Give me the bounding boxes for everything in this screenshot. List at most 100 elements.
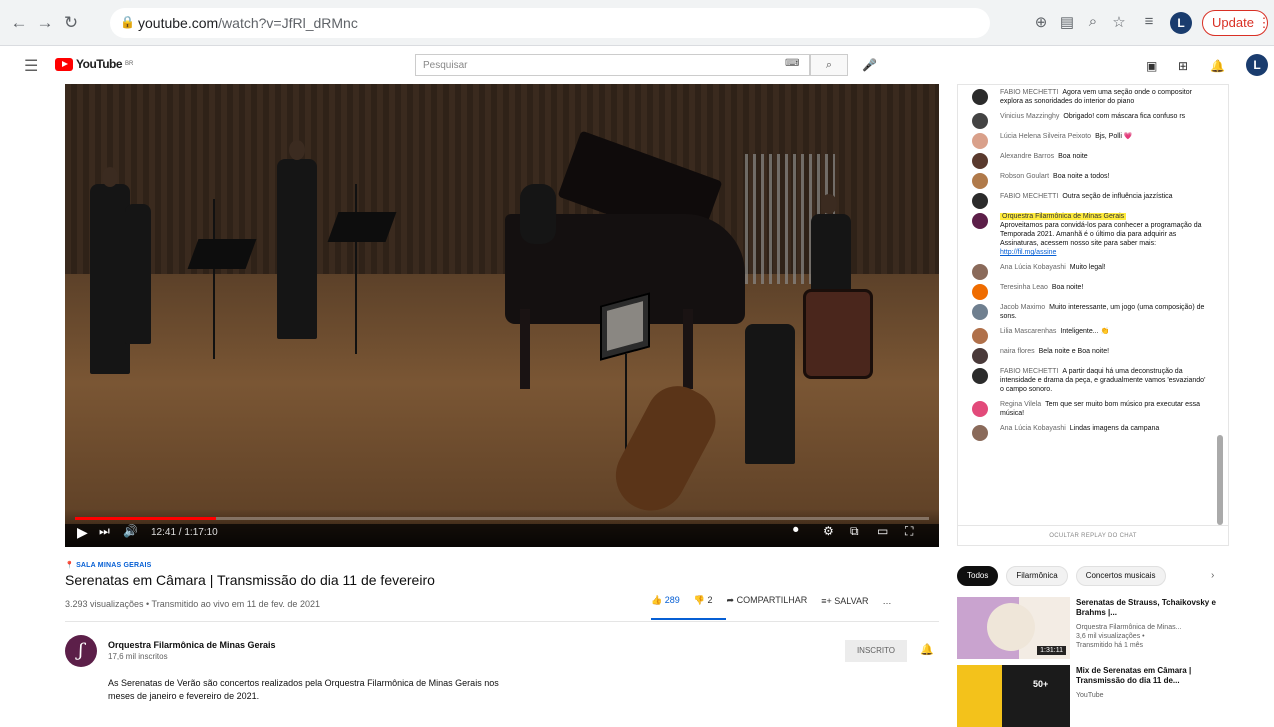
account-avatar[interactable]: L <box>1246 54 1268 76</box>
recommended-title[interactable]: Serenatas de Strauss, Tchaikovsky e Brah… <box>1076 598 1216 618</box>
live-chat-replay: FABIO MECHETTI Agora vem uma seção onde o… <box>957 84 1229 546</box>
mix-thumbnail[interactable]: 50+ <box>957 665 1070 727</box>
url-text[interactable]: youtube.com/watch?v=JfRl_dRMnc <box>138 15 358 31</box>
chat-author-avatar[interactable] <box>972 425 988 441</box>
chat-author-avatar[interactable] <box>972 348 988 364</box>
chat-author-avatar[interactable] <box>972 264 988 280</box>
chat-scrollbar[interactable] <box>1217 435 1223 525</box>
save-label: SALVAR <box>834 595 869 606</box>
play-icon[interactable]: ▶ <box>77 524 88 541</box>
chat-author-name[interactable]: Orquestra Filarmônica de Minas Gerais <box>1000 213 1127 220</box>
chat-message-text: Boa noite a todos! <box>1053 173 1110 180</box>
filter-chip[interactable]: Concertos musicais <box>1075 566 1166 586</box>
extension-icon[interactable]: ▤ <box>1056 13 1078 31</box>
chat-author-name[interactable]: FABIO MECHETTI <box>1000 193 1058 200</box>
miniplayer-icon[interactable]: ⧉ <box>850 524 859 539</box>
hide-chat-replay-button[interactable]: OCULTAR REPLAY DO CHAT <box>958 525 1228 545</box>
violinist-head <box>102 167 118 187</box>
theater-mode-icon[interactable]: ▭ <box>877 524 888 538</box>
translate-icon[interactable]: ⊕ <box>1030 13 1052 31</box>
chat-author-name[interactable]: Robson Goulart <box>1000 173 1049 180</box>
like-button[interactable]: 👍 289 <box>651 595 680 606</box>
mix-count-badge: 50+ <box>1033 679 1049 689</box>
notification-bell-icon[interactable]: 🔔 <box>920 643 934 656</box>
more-actions-button[interactable]: … <box>882 596 891 606</box>
chat-author-avatar[interactable] <box>972 113 988 129</box>
reload-icon[interactable]: ↻ <box>60 13 82 33</box>
fullscreen-icon[interactable]: ⛶ <box>905 524 913 539</box>
media-queue-icon[interactable]: ≡ <box>1138 13 1160 30</box>
chat-author-avatar[interactable] <box>972 368 988 384</box>
chat-author-avatar[interactable] <box>972 153 988 169</box>
chat-author-name[interactable]: Jacob Maximo <box>1000 304 1045 311</box>
recommended-title[interactable]: Mix de Serenatas em Câmara | Transmissão… <box>1076 666 1216 686</box>
chevron-right-icon[interactable]: › <box>1211 570 1214 581</box>
recommended-video[interactable]: 1:31:11 Serenatas de Strauss, Tchaikovsk… <box>957 597 1257 659</box>
chat-message-text: Aproveitamos para convidá-los para conhe… <box>1000 222 1202 247</box>
menu-icon[interactable]: ☰ <box>24 56 38 76</box>
video-thumbnail[interactable]: 1:31:11 <box>957 597 1070 659</box>
chat-author-name[interactable]: FABIO MECHETTI <box>1000 368 1058 375</box>
bookmark-star-icon[interactable]: ☆ <box>1108 13 1130 31</box>
chat-author-avatar[interactable] <box>972 304 988 320</box>
chat-message-link[interactable]: http://fil.mg/assine <box>1000 249 1056 256</box>
create-video-icon[interactable]: ▣ <box>1146 59 1157 73</box>
chat-author-name[interactable]: FABIO MECHETTI <box>1000 89 1058 96</box>
player-controls: ▶ ⏭ 🔊 12:41 / 1:17:10 ⏺ ⚙ ⧉ ▭ ⛶ <box>65 509 939 547</box>
save-button[interactable]: ≡+ SALVAR <box>821 596 868 606</box>
description-line: As Serenatas de Verão são concertos real… <box>108 678 499 688</box>
chat-author-avatar[interactable] <box>972 133 988 149</box>
chat-author-avatar[interactable] <box>972 89 988 105</box>
back-icon[interactable]: ← <box>8 13 30 33</box>
chat-author-name[interactable]: Ana Lúcia Kobayashi <box>1000 425 1066 432</box>
video-player[interactable]: ▶ ⏭ 🔊 12:41 / 1:17:10 ⏺ ⚙ ⧉ ▭ ⛶ <box>65 84 939 547</box>
timpani-drum <box>803 289 873 379</box>
filter-chip[interactable]: Todos <box>957 566 999 586</box>
chat-author-avatar[interactable] <box>972 193 988 209</box>
recommended-mix[interactable]: 50+ Mix de Serenatas em Câmara | Transmi… <box>957 665 1257 727</box>
progress-bar[interactable] <box>75 517 929 520</box>
chat-author-name[interactable]: Alexandre Barros <box>1000 153 1054 160</box>
autoplay-toggle-icon[interactable]: ⏺ <box>793 524 799 537</box>
chat-author-name[interactable]: Vinicius Mazzinghy <box>1000 113 1059 120</box>
chat-author-name[interactable]: Lúcia Helena Silveira Peixoto <box>1000 133 1091 140</box>
youtube-logo[interactable]: YouTube BR <box>55 57 133 71</box>
chat-author-name[interactable]: Regina Vilela <box>1000 401 1041 408</box>
chat-author-avatar[interactable] <box>972 401 988 417</box>
chat-author-avatar[interactable] <box>972 284 988 300</box>
location-tag[interactable]: 📍 SALA MINAS GERAIS <box>65 561 152 569</box>
subscribed-button[interactable]: INSCRITO <box>845 640 907 662</box>
like-ratio-bar <box>651 618 726 620</box>
update-button[interactable]: Update ⋮ <box>1202 10 1271 36</box>
chat-author-avatar[interactable] <box>972 173 988 189</box>
keyboard-icon[interactable]: ⌨ <box>785 58 799 69</box>
chat-message: FABIO MECHETTI Agora vem uma seção onde o… <box>958 85 1216 109</box>
chat-author-name[interactable]: Ana Lúcia Kobayashi <box>1000 264 1066 271</box>
filter-chip[interactable]: Filarmônica <box>1006 566 1068 586</box>
notifications-bell-icon[interactable]: 🔔 <box>1210 59 1225 73</box>
apps-grid-icon[interactable]: ⊞ <box>1178 59 1188 73</box>
next-icon[interactable]: ⏭ <box>99 524 110 539</box>
search-button[interactable]: ⌕ <box>810 54 848 76</box>
chat-author-name[interactable]: naira flores <box>1000 348 1035 355</box>
chat-author-name[interactable]: Teresinha Leao <box>1000 284 1048 291</box>
chat-author-avatar[interactable] <box>972 328 988 344</box>
volume-icon[interactable]: 🔊 <box>123 524 138 538</box>
share-button[interactable]: ➦ COMPARTILHAR <box>727 595 808 606</box>
chat-author-name[interactable]: Lilia Mascarenhas <box>1000 328 1056 335</box>
channel-avatar[interactable]: ʃ <box>65 635 97 667</box>
dislike-button[interactable]: 👎 2 <box>694 595 713 606</box>
chat-message: Orquestra Filarmônica de Minas Gerais Apr… <box>958 209 1216 260</box>
search-input[interactable]: Pesquisar <box>415 54 810 76</box>
address-bar[interactable]: 🔒 youtube.com/watch?v=JfRl_dRMnc <box>110 8 990 38</box>
channel-name[interactable]: Orquestra Filarmônica de Minas Gerais <box>108 640 276 650</box>
settings-gear-icon[interactable]: ⚙ <box>823 524 834 538</box>
chat-message: Ana Lúcia Kobayashi Muito legal! <box>958 260 1216 280</box>
chat-author-avatar[interactable] <box>972 213 988 229</box>
forward-icon[interactable]: → <box>34 13 56 33</box>
mic-icon[interactable]: 🎤 <box>862 58 877 72</box>
browser-toolbar: ← → ↻ 🔒 youtube.com/watch?v=JfRl_dRMnc ⊕… <box>0 0 1274 46</box>
clarinetist-figure <box>277 159 317 339</box>
zoom-icon[interactable]: ⌕ <box>1082 13 1104 30</box>
profile-avatar[interactable]: L <box>1170 12 1192 34</box>
